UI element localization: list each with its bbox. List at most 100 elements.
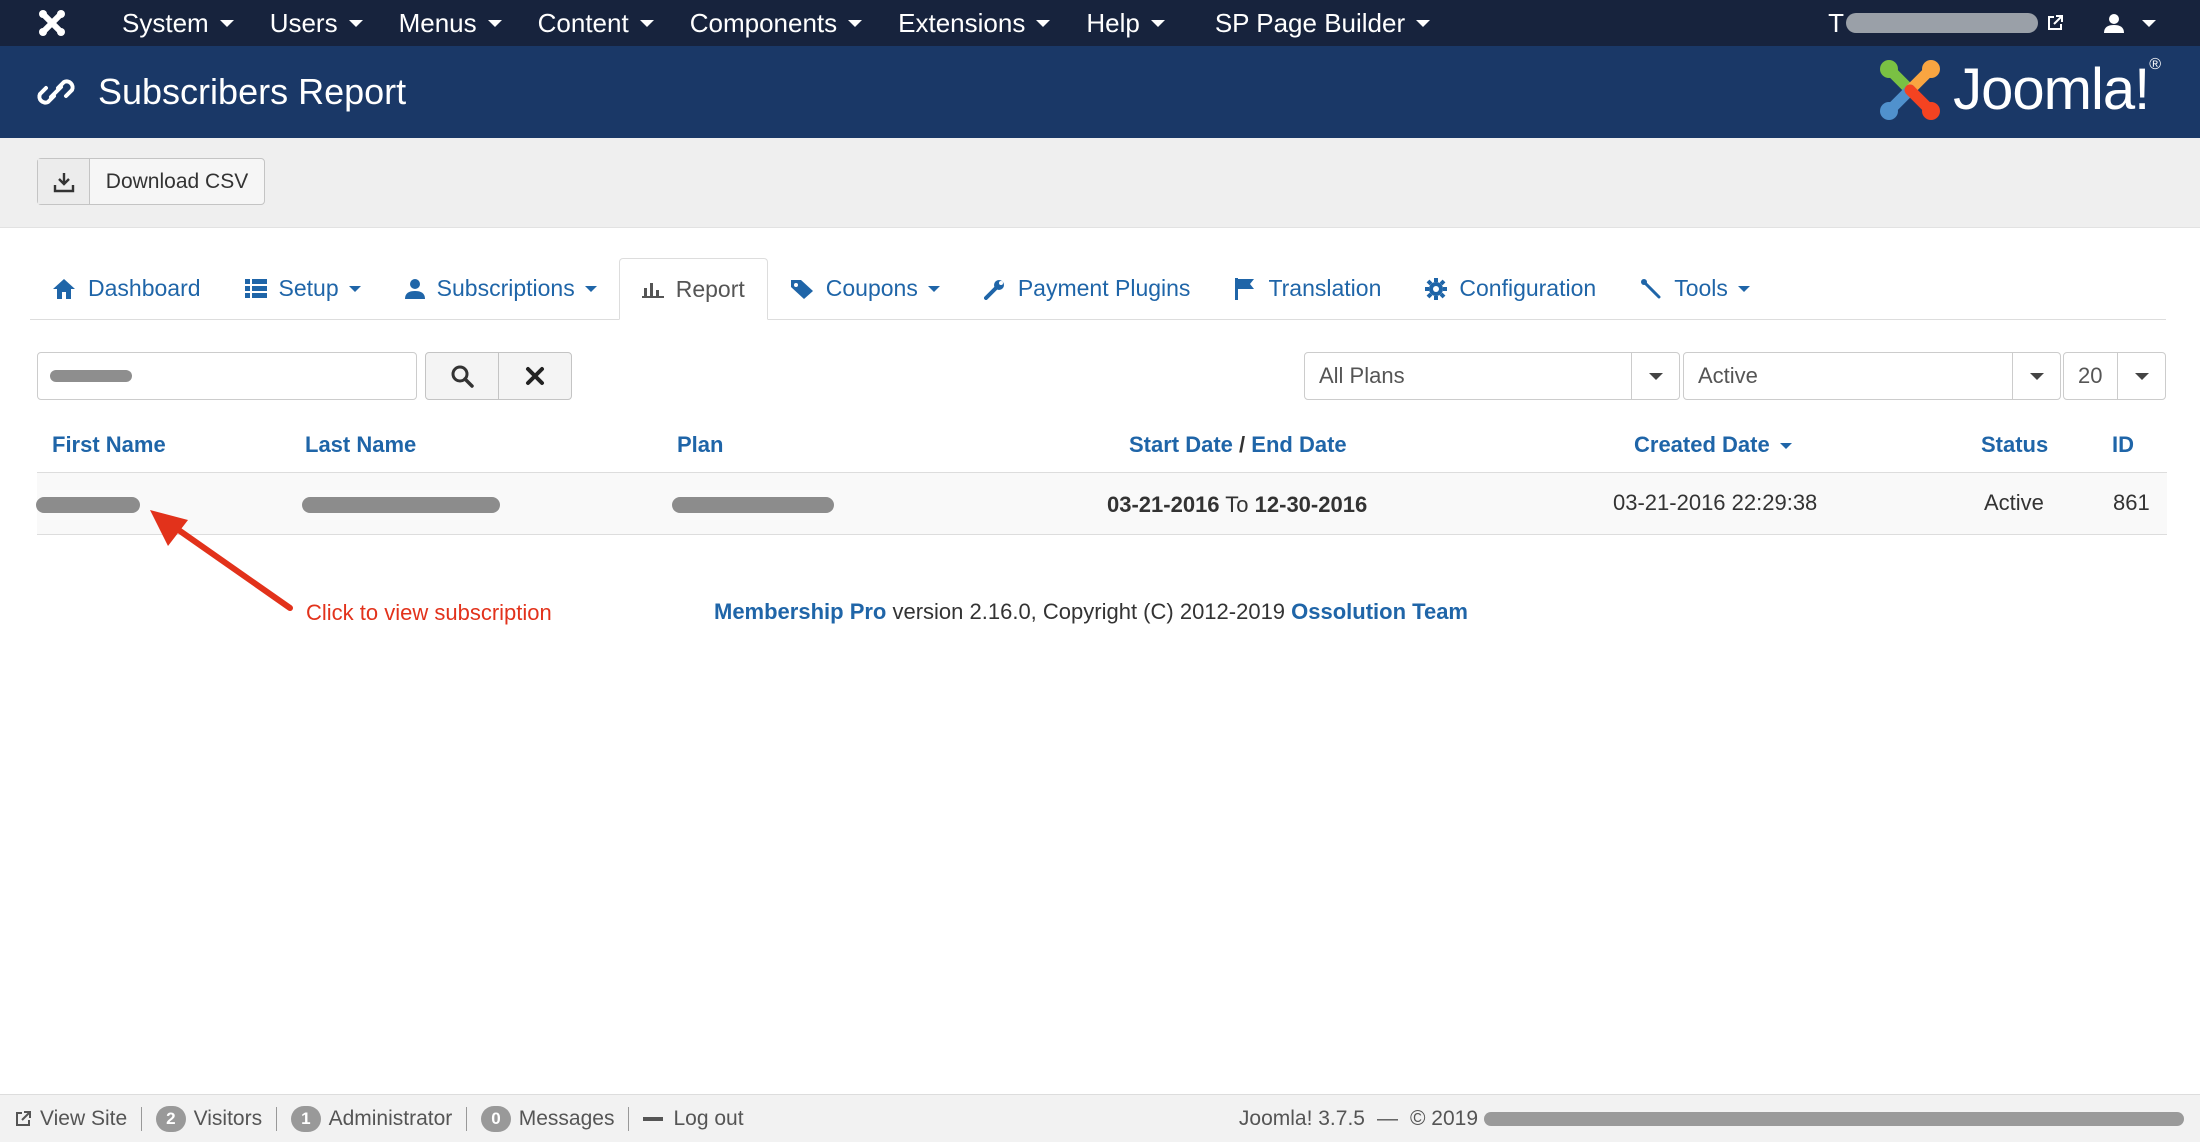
tab-label: Dashboard [88,275,201,301]
search-button[interactable] [425,352,499,400]
view-site-link[interactable]: View Site [0,1107,141,1131]
status-bar: View Site 2 Visitors 1 Administrator 0 M… [0,1094,2200,1142]
minus-icon [643,1116,664,1121]
tab-tools[interactable]: Tools [1618,258,1772,319]
tag-icon [790,278,814,300]
annotation-text: Click to view subscription [306,600,552,625]
clear-button[interactable] [498,352,572,400]
col-created-date[interactable]: Created Date [1634,432,1792,458]
joomla-version: Joomla! 3.7.5 [1238,1107,1365,1130]
tab-subscriptions[interactable]: Subscriptions [383,258,619,319]
caret-down-icon [1036,19,1051,27]
menu-help[interactable]: Help [1068,0,1182,46]
tab-configuration[interactable]: Configuration [1403,258,1618,319]
col-end-date[interactable]: End Date [1251,432,1346,457]
caret-down-icon [927,285,940,292]
redacted-site-name [1846,13,2038,33]
download-csv-button[interactable]: Download CSV [37,158,265,205]
tab-dashboard[interactable]: Dashboard [30,258,223,319]
bar-chart-icon [641,279,664,299]
col-first-name[interactable]: First Name [52,432,166,458]
visitors-link[interactable]: 2 Visitors [142,1105,276,1132]
menu-label: Help [1086,7,1140,38]
wrench-icon [983,278,1006,300]
plan-filter-select[interactable]: All Plans [1304,352,1680,400]
team-link[interactable]: Ossolution Team [1291,599,1468,624]
admin-badge: 1 [291,1105,321,1132]
search-input[interactable] [37,352,417,400]
messages-badge: 0 [481,1105,511,1132]
home-icon [52,278,76,300]
tab-label: Translation [1268,275,1382,301]
col-last-name[interactable]: Last Name [305,432,416,458]
joomla-wordmark: Joomla!® [1953,56,2161,122]
chevron-down-icon [2012,353,2060,399]
status-cell: Active [1984,490,2044,515]
joomla-logo: Joomla!® [1877,56,2161,123]
download-icon [38,159,90,204]
limit-select[interactable]: 20 [2063,352,2166,400]
tab-translation[interactable]: Translation [1212,258,1403,319]
last-name-cell [302,497,500,513]
separator-dash: — [1376,1107,1398,1130]
messages-link[interactable]: 0 Messages [467,1105,628,1132]
site-name-link[interactable]: T [1828,8,2104,39]
product-link[interactable]: Membership Pro [714,599,886,624]
tab-label: Subscriptions [436,275,575,301]
first-name-link[interactable] [36,497,140,513]
plan-filter-value: All Plans [1319,363,1405,388]
menu-system[interactable]: System [104,0,252,46]
menu-label: Components [689,7,838,38]
col-id[interactable]: ID [2112,432,2134,458]
tab-setup[interactable]: Setup [223,258,383,319]
tab-report[interactable]: Report [618,258,768,320]
caret-down-icon [487,19,502,27]
status-filter-select[interactable]: Active [1683,352,2061,400]
chevron-down-icon [1631,353,1679,399]
external-link-icon [16,1110,31,1126]
tab-payment-plugins[interactable]: Payment Plugins [962,258,1213,319]
caret-down-icon [348,285,361,292]
logout-label: Log out [673,1106,744,1130]
tab-label: Coupons [825,275,918,301]
menu-content[interactable]: Content [520,0,672,46]
close-icon [526,367,544,385]
menu-menus[interactable]: Menus [381,0,520,46]
logout-link[interactable]: Log out [629,1107,757,1131]
list-icon [244,278,267,300]
joomla-menu-icon[interactable] [0,0,104,46]
plan-cell [672,497,834,513]
status-filter-value: Active [1698,363,1758,388]
external-link-icon [2048,15,2063,30]
user-menu[interactable] [2104,13,2200,33]
annotation-arrow [150,510,293,611]
administrator-link[interactable]: 1 Administrator [277,1105,466,1132]
menu-users[interactable]: Users [252,0,381,46]
gear-icon [1425,277,1448,300]
caret-down-icon [1737,285,1750,292]
page-title: Subscribers Report [98,71,407,112]
caret-down-icon [348,19,363,27]
menu-label: Users [269,7,338,38]
created-date-cell: 03-21-2016 22:29:38 [1613,490,1818,515]
site-name-text: T [1828,7,1844,38]
page-header: Subscribers Report Joomla!® [0,46,2200,138]
tab-coupons[interactable]: Coupons [768,258,962,319]
col-status[interactable]: Status [1981,432,2048,458]
date-range-cell: 03-21-2016 To 12-30-2016 [1107,492,1367,518]
sort-desc-icon [1779,443,1792,450]
menu-extensions[interactable]: Extensions [880,0,1068,46]
search-icon [451,365,474,388]
menu-label: SP Page Builder [1214,7,1406,38]
redacted-organization [1484,1112,2184,1126]
menu-sp-page-builder[interactable]: SP Page Builder [1197,0,1448,46]
caret-down-icon [1416,19,1431,27]
joomla-logo-icon [1880,59,1941,120]
flag-icon [1234,277,1256,301]
col-start-end-date: Start Date / End Date [1129,432,1347,458]
menu-components[interactable]: Components [672,0,880,46]
visitors-label: Visitors [193,1106,263,1130]
col-start-date[interactable]: Start Date [1129,432,1233,457]
col-plan[interactable]: Plan [677,432,723,458]
messages-label: Messages [518,1106,615,1130]
